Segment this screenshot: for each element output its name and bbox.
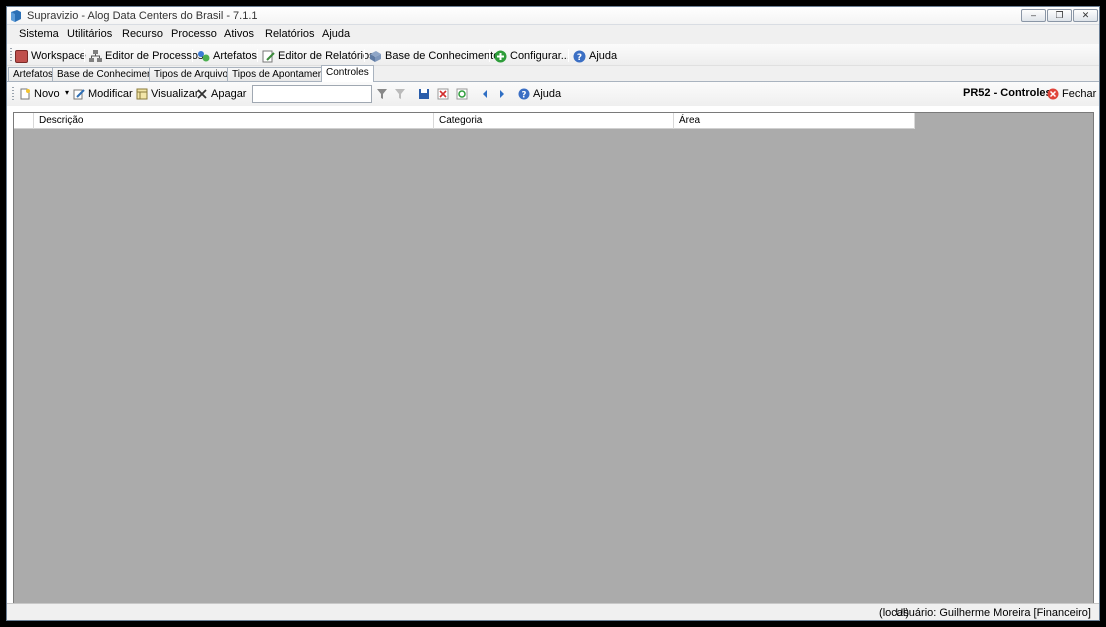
add-circle-icon xyxy=(494,50,507,62)
toolbar-separator xyxy=(257,49,258,62)
menu-sistema[interactable]: Sistema xyxy=(19,28,59,40)
toolbar-separator xyxy=(568,49,569,62)
menu-utilitarios[interactable]: Utilitários xyxy=(67,28,112,40)
clear-filter-icon[interactable] xyxy=(394,88,406,100)
menu-recurso[interactable]: Recurso xyxy=(122,28,163,40)
toolbar-separator xyxy=(192,49,193,62)
column-header-categoria[interactable]: Categoria xyxy=(434,113,674,129)
toolbar-separator xyxy=(364,49,365,62)
help-icon: ? xyxy=(518,88,530,100)
next-arrow-icon[interactable] xyxy=(497,88,507,100)
filter-icon[interactable] xyxy=(376,88,388,100)
app-logo-icon xyxy=(11,10,21,22)
delete-x-icon xyxy=(197,89,207,99)
column-header-area[interactable]: Área xyxy=(674,113,915,129)
previous-arrow-icon[interactable] xyxy=(480,88,490,100)
modify-label: Modificar xyxy=(88,88,133,100)
knowledge-base-button[interactable]: Base de Conhecimento xyxy=(369,48,499,64)
help-icon: ? xyxy=(573,50,586,63)
report-editor-label: Editor de Relatórios xyxy=(278,50,375,62)
data-grid[interactable]: Descrição Categoria Área xyxy=(13,112,1094,604)
modify-button[interactable]: Modificar xyxy=(73,87,133,101)
form-help-label: Ajuda xyxy=(533,88,562,100)
view-grid-icon xyxy=(136,88,148,100)
briefcase-icon xyxy=(15,49,28,63)
tab-content: Novo ▾ Modificar Visualizar Apagar ? Aju… xyxy=(7,81,1099,604)
help-button[interactable]: ? Ajuda xyxy=(573,48,617,64)
main-toolbar: Workspace Editor de Processos Artefatos … xyxy=(7,44,1099,66)
artifacts-label: Artefatos xyxy=(213,50,258,62)
search-input[interactable] xyxy=(252,85,372,103)
toolbar-separator xyxy=(84,49,85,62)
edit-icon xyxy=(73,89,85,100)
window-title: Supravizio - Alog Data Centers do Brasil… xyxy=(27,10,258,22)
tab-artefatos[interactable]: Artefatos xyxy=(8,67,59,82)
row-selector-header[interactable] xyxy=(14,113,34,129)
column-header-descricao[interactable]: Descrição xyxy=(34,113,434,129)
process-editor-button[interactable]: Editor de Processos xyxy=(89,48,203,64)
configure-label: Configurar... xyxy=(510,50,570,62)
new-label: Novo xyxy=(34,88,60,100)
app-window: Supravizio - Alog Data Centers do Brasil… xyxy=(6,6,1100,621)
minimize-button[interactable]: – xyxy=(1021,9,1046,22)
form-toolbar-grip[interactable] xyxy=(12,87,14,101)
toolbar-grip[interactable] xyxy=(10,48,12,62)
toolbar-separator xyxy=(489,49,490,62)
menu-relatorios[interactable]: Relatórios xyxy=(265,28,315,40)
user-status: Usuário: Guilherme Moreira [Financeiro] xyxy=(895,607,1091,619)
form-title: PR52 - Controles xyxy=(963,87,1052,99)
new-document-icon xyxy=(20,88,30,100)
tab-controles[interactable]: Controles xyxy=(321,65,374,82)
document-tabs: Artefatos Base de Conhecimento Tipos de … xyxy=(7,65,1099,82)
view-button[interactable]: Visualizar xyxy=(136,87,199,101)
workspace-button[interactable]: Workspace xyxy=(15,48,86,64)
title-bar: Supravizio - Alog Data Centers do Brasil… xyxy=(7,7,1099,25)
close-form-button[interactable]: Fechar xyxy=(1047,87,1096,101)
new-dropdown-chevron-icon[interactable]: ▾ xyxy=(65,88,69,97)
process-editor-label: Editor de Processos xyxy=(105,50,204,62)
flowchart-icon xyxy=(89,49,102,62)
menu-ajuda[interactable]: Ajuda xyxy=(322,28,350,40)
save-icon[interactable] xyxy=(418,88,430,100)
knowledge-base-label: Base de Conhecimento xyxy=(385,50,500,62)
refresh-icon[interactable] xyxy=(456,88,468,100)
cancel-icon[interactable] xyxy=(437,88,449,100)
edit-report-icon xyxy=(262,50,275,62)
configure-button[interactable]: Configurar... xyxy=(494,48,570,64)
restore-button[interactable]: ❐ xyxy=(1047,9,1072,22)
svg-text:?: ? xyxy=(577,53,582,63)
grid-header: Descrição Categoria Área xyxy=(14,113,915,129)
menu-ativos[interactable]: Ativos xyxy=(224,28,254,40)
menu-bar: Sistema Utilitários Recurso Processo Ati… xyxy=(7,25,1099,44)
status-bar: (local) Usuário: Guilherme Moreira [Fina… xyxy=(7,603,1099,620)
form-help-button[interactable]: ? Ajuda xyxy=(518,87,561,101)
close-circle-icon xyxy=(1047,88,1059,100)
book-icon xyxy=(370,50,381,62)
report-editor-button[interactable]: Editor de Relatórios xyxy=(262,48,375,64)
workspace-label: Workspace xyxy=(31,50,86,62)
menu-processo[interactable]: Processo xyxy=(171,28,217,40)
artifacts-button[interactable]: Artefatos xyxy=(197,48,257,64)
form-toolbar: Novo ▾ Modificar Visualizar Apagar ? Aju… xyxy=(7,82,1099,106)
svg-text:?: ? xyxy=(522,91,527,101)
view-label: Visualizar xyxy=(151,88,199,100)
close-form-label: Fechar xyxy=(1062,88,1097,100)
new-button[interactable]: Novo xyxy=(19,87,60,101)
tab-tipos-de-arquivos[interactable]: Tipos de Arquivos xyxy=(149,67,239,82)
close-window-button[interactable]: ✕ xyxy=(1073,9,1098,22)
delete-label: Apagar xyxy=(211,88,247,100)
help-label: Ajuda xyxy=(589,50,618,62)
delete-button[interactable]: Apagar xyxy=(196,87,246,101)
artifacts-icon xyxy=(198,50,210,61)
